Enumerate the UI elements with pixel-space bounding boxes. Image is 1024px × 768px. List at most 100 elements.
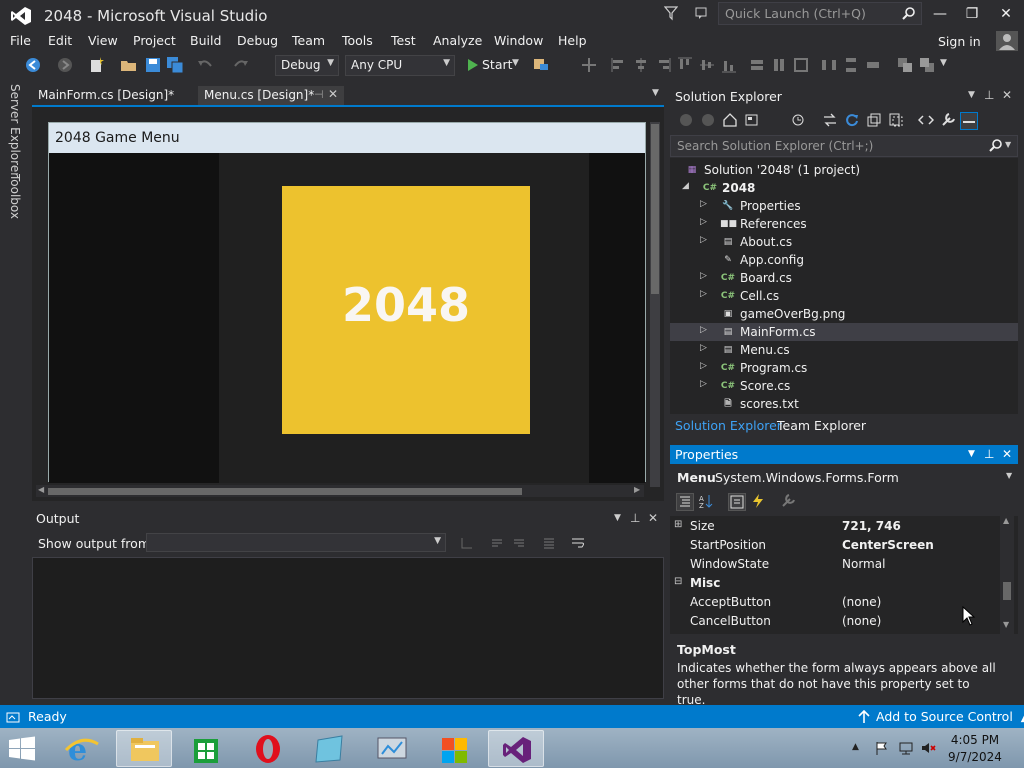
solution-configuration-select[interactable]: Debug ▼ bbox=[275, 55, 339, 76]
feedback-icon[interactable] bbox=[694, 5, 710, 21]
find-message-icon[interactable] bbox=[460, 536, 474, 550]
minimize-button[interactable]: — bbox=[924, 0, 956, 28]
scroll-up-icon[interactable]: ▲ bbox=[1003, 516, 1009, 525]
taskbar-app-icon[interactable] bbox=[302, 730, 358, 767]
se-options-icon[interactable]: ▼ bbox=[968, 90, 975, 100]
tab-menu-design[interactable]: Menu.cs [Design]* ⊣ ✕ bbox=[198, 86, 344, 106]
toolbox-tab[interactable]: Toolbox bbox=[8, 174, 22, 219]
collapsed-triangle-icon[interactable]: ▷ bbox=[700, 289, 707, 299]
show-hidden-icons-icon[interactable]: ▲ bbox=[852, 742, 859, 752]
scroll-thumb[interactable] bbox=[651, 124, 659, 294]
save-icon[interactable] bbox=[144, 56, 162, 74]
tree-item-scores-txt[interactable]: 🗎 scores.txt bbox=[670, 395, 1018, 413]
horizontal-spacing-icon[interactable] bbox=[820, 56, 838, 74]
tree-item-properties[interactable]: ▷ 🔧 Properties bbox=[670, 197, 1018, 215]
collapsed-triangle-icon[interactable]: ▷ bbox=[700, 217, 707, 227]
properties-object-selector[interactable]: Menu System.Windows.Forms.Form ▼ bbox=[670, 467, 1018, 487]
property-pages-icon[interactable] bbox=[780, 493, 798, 511]
toggle-word-wrap-icon[interactable] bbox=[570, 536, 586, 550]
start-dropdown-icon[interactable]: ▼ bbox=[512, 58, 519, 68]
action-center-flag-icon[interactable] bbox=[874, 740, 890, 756]
property-row-windowstate[interactable]: WindowState Normal bbox=[670, 554, 1000, 573]
start-icon[interactable] bbox=[464, 56, 482, 74]
menu-build[interactable]: Build bbox=[190, 33, 221, 48]
windows-start-icon[interactable] bbox=[8, 736, 36, 762]
tree-item-menu[interactable]: ▷ ▤ Menu.cs bbox=[670, 341, 1018, 359]
collapsed-triangle-icon[interactable]: ▷ bbox=[700, 199, 707, 209]
tree-item-references[interactable]: ▷ ■■ References bbox=[670, 215, 1018, 233]
save-all-icon[interactable] bbox=[166, 56, 184, 74]
collapsed-triangle-icon[interactable]: ▷ bbox=[700, 271, 707, 281]
property-grid-scrollbar[interactable]: ▲ ▼ bbox=[1000, 516, 1014, 634]
new-project-icon[interactable] bbox=[88, 56, 106, 74]
property-row-acceptbutton[interactable]: AcceptButton (none) bbox=[670, 592, 1000, 611]
align-middles-icon[interactable] bbox=[698, 56, 716, 74]
menu-file[interactable]: File bbox=[10, 33, 31, 48]
menu-project[interactable]: Project bbox=[133, 33, 176, 48]
make-same-height-icon[interactable] bbox=[770, 56, 788, 74]
tree-item-app-config[interactable]: ✎ App.config bbox=[670, 251, 1018, 269]
collapsed-triangle-icon[interactable]: ▷ bbox=[700, 343, 707, 353]
toolbar-options-icon[interactable]: ▼ bbox=[940, 58, 947, 68]
tab-overflow-dropdown-icon[interactable]: ▼ bbox=[652, 88, 659, 98]
account-icon[interactable] bbox=[996, 31, 1018, 51]
clear-all-icon[interactable] bbox=[542, 536, 556, 550]
property-value[interactable]: CenterScreen bbox=[842, 538, 934, 552]
scroll-thumb[interactable] bbox=[48, 488, 522, 495]
designer-vertical-scrollbar[interactable] bbox=[650, 122, 660, 487]
menu-window[interactable]: Window bbox=[494, 33, 543, 48]
close-tab-icon[interactable]: ✕ bbox=[328, 87, 338, 101]
align-rights-icon[interactable] bbox=[654, 56, 672, 74]
align-centers-icon[interactable] bbox=[632, 56, 650, 74]
properties-view-icon[interactable] bbox=[728, 493, 746, 511]
output-source-select[interactable]: ▼ bbox=[146, 533, 446, 552]
solution-platform-select[interactable]: Any CPU ▼ bbox=[345, 55, 455, 76]
server-explorer-tab[interactable]: Server Explorer bbox=[8, 84, 22, 177]
events-lightning-icon[interactable] bbox=[750, 493, 768, 511]
preview-selected-items-icon[interactable] bbox=[960, 112, 978, 130]
menu-debug[interactable]: Debug bbox=[237, 33, 278, 48]
tree-item-board[interactable]: ▷ C# Board.cs bbox=[670, 269, 1018, 287]
menu-help[interactable]: Help bbox=[558, 33, 587, 48]
collapse-minus-icon[interactable]: ⊟ bbox=[674, 576, 682, 587]
tree-project-node[interactable]: ◢ C# 2048 bbox=[670, 179, 1018, 197]
add-to-source-control-button[interactable]: Add to Source Control ▲ bbox=[876, 709, 1024, 724]
center-horizontally-icon[interactable] bbox=[864, 56, 882, 74]
se-pin-icon[interactable]: ⊥ bbox=[984, 88, 994, 102]
scroll-down-icon[interactable]: ▼ bbox=[1003, 620, 1009, 629]
quick-launch-input[interactable]: Quick Launch (Ctrl+Q) bbox=[718, 2, 922, 25]
se-close-icon[interactable]: ✕ bbox=[1002, 88, 1012, 102]
se-forward-icon[interactable] bbox=[700, 112, 718, 130]
taskbar-store-icon[interactable] bbox=[178, 730, 234, 767]
pin-tab-icon[interactable]: ⊣ bbox=[314, 88, 324, 101]
close-button[interactable]: ✕ bbox=[990, 0, 1022, 28]
tree-item-gameoverbg[interactable]: ▣ gameOverBg.png bbox=[670, 305, 1018, 323]
output-close-icon[interactable]: ✕ bbox=[648, 511, 658, 525]
scroll-thumb[interactable] bbox=[1003, 582, 1011, 600]
property-value[interactable]: Normal bbox=[842, 557, 885, 571]
property-value[interactable]: (none) bbox=[842, 614, 881, 628]
tree-item-cell[interactable]: ▷ C# Cell.cs bbox=[670, 287, 1018, 305]
menu-test[interactable]: Test bbox=[391, 33, 416, 48]
home-icon[interactable] bbox=[722, 112, 740, 130]
output-pin-icon[interactable]: ⊥ bbox=[630, 511, 640, 525]
restore-button[interactable]: ❐ bbox=[956, 0, 988, 28]
collapsed-triangle-icon[interactable]: ▷ bbox=[700, 235, 707, 245]
expanded-triangle-icon[interactable]: ◢ bbox=[682, 181, 689, 191]
navigate-forward-icon[interactable] bbox=[56, 56, 74, 74]
menu-edit[interactable]: Edit bbox=[48, 33, 72, 48]
props-close-icon[interactable]: ✕ bbox=[1002, 447, 1012, 461]
next-message-icon[interactable] bbox=[512, 536, 526, 550]
property-value[interactable]: (none) bbox=[842, 595, 881, 609]
redo-icon[interactable] bbox=[232, 56, 250, 74]
refresh-icon[interactable] bbox=[844, 112, 862, 130]
property-row-startposition[interactable]: StartPosition CenterScreen bbox=[670, 535, 1000, 554]
menu-view[interactable]: View bbox=[88, 33, 118, 48]
property-value[interactable]: 721, 746 bbox=[842, 519, 901, 533]
network-icon[interactable] bbox=[898, 740, 914, 756]
open-file-icon[interactable] bbox=[120, 56, 138, 74]
property-category-misc[interactable]: ⊟ Misc bbox=[670, 573, 1000, 592]
se-back-icon[interactable] bbox=[678, 112, 696, 130]
game-logo-tile[interactable]: 2048 bbox=[282, 186, 530, 434]
tree-solution-node[interactable]: ▦ Solution '2048' (1 project) bbox=[670, 161, 1018, 179]
